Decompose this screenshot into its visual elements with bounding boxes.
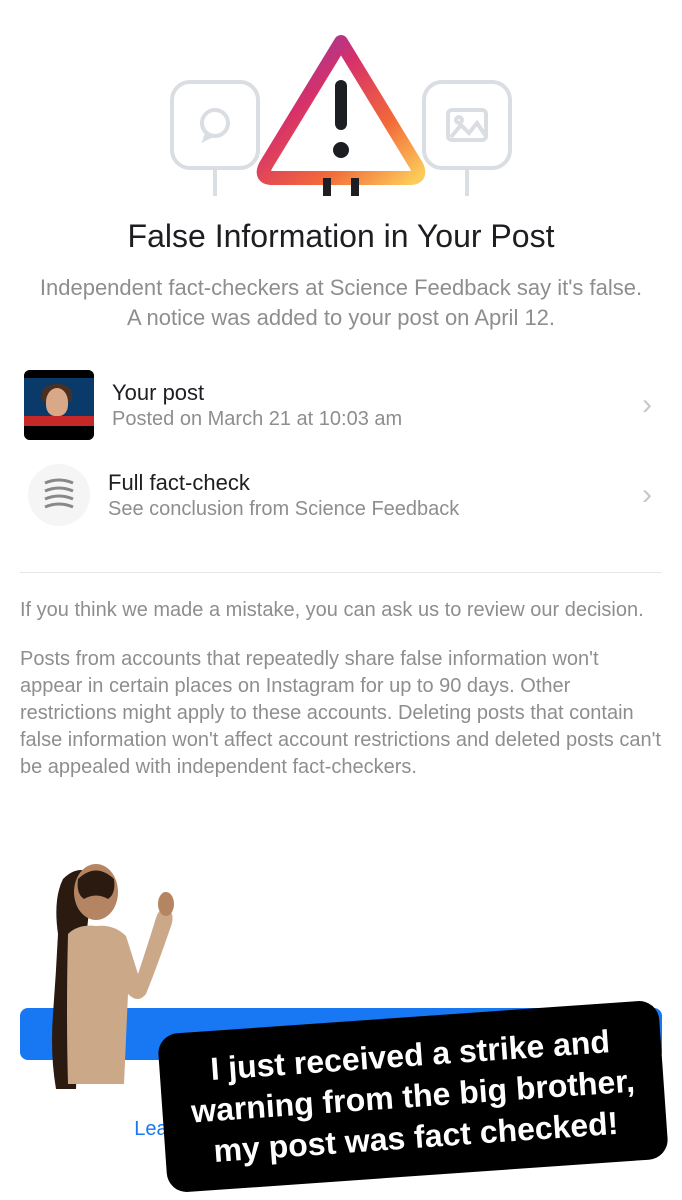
chevron-right-icon: › [642, 478, 658, 512]
post-thumbnail [24, 370, 94, 440]
warning-triangle-icon [251, 30, 431, 200]
factcheck-thumbnail [28, 464, 90, 526]
mistake-text: If you think we made a mistake, you can … [20, 597, 662, 624]
factcheck-row-title: Full fact-check [108, 470, 624, 496]
header-graphic [20, 0, 662, 200]
page-title: False Information in Your Post [20, 218, 662, 255]
your-post-row[interactable]: Your post Posted on March 21 at 10:03 am… [20, 358, 662, 452]
chevron-right-icon: › [642, 388, 658, 422]
factcheck-row-subtitle: See conclusion from Science Feedback [108, 498, 624, 521]
divider [20, 572, 662, 573]
page-subtitle: Independent fact-checkers at Science Fee… [20, 273, 662, 332]
chat-sign-icon [170, 80, 260, 170]
post-row-title: Your post [112, 380, 624, 406]
fact-check-row[interactable]: Full fact-check See conclusion from Scie… [20, 452, 662, 538]
post-row-subtitle: Posted on March 21 at 10:03 am [112, 408, 624, 431]
restriction-text: Posts from accounts that repeatedly shar… [20, 646, 662, 781]
image-sign-icon [422, 80, 512, 170]
